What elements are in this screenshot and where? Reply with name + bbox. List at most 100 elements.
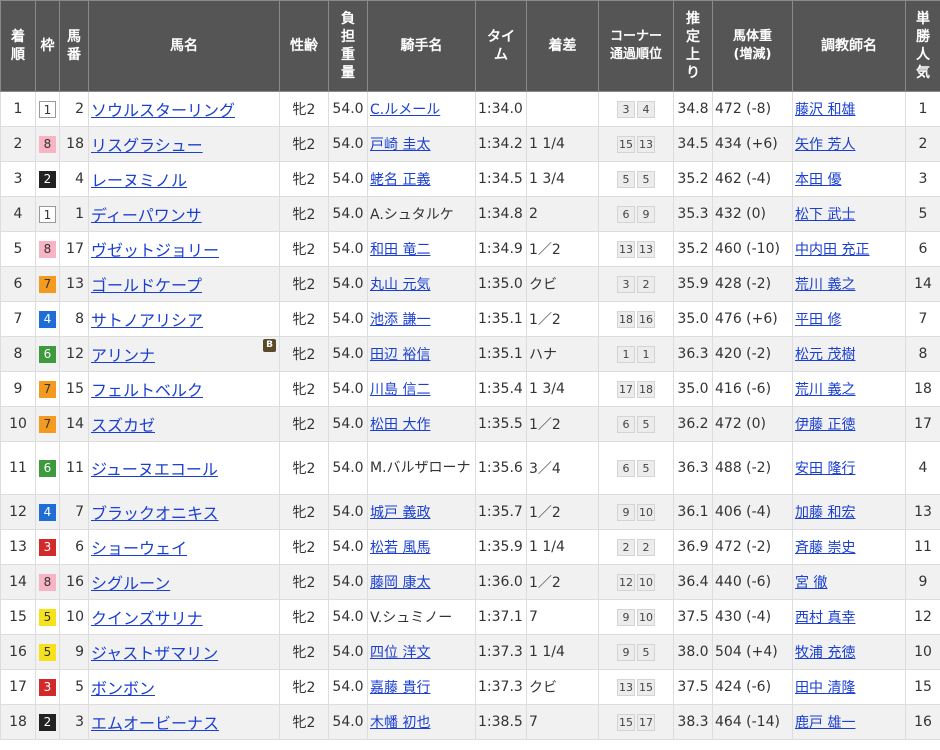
jockey-link[interactable]: 戸崎 圭太 <box>370 137 430 153</box>
horse-cell: シグルーン <box>88 564 280 600</box>
horse-link[interactable]: サトノアリシア <box>91 311 203 330</box>
jockey-cell: 川島 信二 <box>367 371 476 407</box>
horse-link[interactable]: クインズサリナ <box>91 609 203 628</box>
trainer-link[interactable]: 本田 優 <box>795 172 841 188</box>
jockey-link[interactable]: 田辺 裕信 <box>370 347 430 363</box>
corner-position: 13 <box>617 678 635 696</box>
horse-link[interactable]: リスグラシュー <box>91 136 203 155</box>
jockey-link[interactable]: 和田 竜二 <box>370 242 430 258</box>
pop-cell: 10 <box>905 634 940 670</box>
waku-cell: 2 <box>35 704 60 740</box>
corner-cell: 17 18 <box>598 371 674 407</box>
trainer-link[interactable]: 藤沢 和雄 <box>795 102 855 118</box>
trainer-link[interactable]: 平田 修 <box>795 312 841 328</box>
horse-link[interactable]: アリンナ <box>91 346 155 365</box>
horse-link[interactable]: エムオービーナス <box>91 714 219 733</box>
horse-cell: フェルトベルク <box>88 371 280 407</box>
horse-link[interactable]: ジューヌエコール <box>91 460 218 479</box>
horse-link[interactable]: シグルーン <box>91 574 170 593</box>
corner-cell: 65 <box>598 406 674 442</box>
corner-cell: 13 13 <box>598 231 674 267</box>
trainer-link[interactable]: 西村 真幸 <box>795 610 855 626</box>
trainer-link[interactable]: 矢作 芳人 <box>795 137 855 153</box>
jockey-link[interactable]: 四位 洋文 <box>370 645 430 661</box>
corner-positions: 9 10 <box>616 503 656 521</box>
weight-cell: 54.0 <box>328 126 368 162</box>
horse-link[interactable]: ゴールドケープ <box>91 276 202 295</box>
trainer-link[interactable]: 田中 清隆 <box>795 680 855 696</box>
corner-cell: 9 10 <box>598 599 674 635</box>
trainer-cell: 田中 清隆 <box>792 669 906 705</box>
trainer-link[interactable]: 斉藤 崇史 <box>795 540 855 556</box>
horse-link[interactable]: フェルトベルク <box>91 381 203 400</box>
jockey-link[interactable]: 松田 大作 <box>370 417 430 433</box>
jockey-link[interactable]: 池添 謙一 <box>370 312 430 328</box>
corner-cell: 34 <box>598 91 674 127</box>
time-cell: 1:35.5 <box>475 406 527 442</box>
jockey-link[interactable]: 木幡 初也 <box>370 715 430 731</box>
pop-cell: 15 <box>905 669 940 705</box>
sexage-cell: 牝2 <box>279 336 329 372</box>
jockey-link[interactable]: 丸山 元気 <box>370 277 430 293</box>
pop-cell: 18 <box>905 371 940 407</box>
corner-position: 13 <box>637 240 655 258</box>
horse-link[interactable]: スズカゼ <box>91 416 155 435</box>
col-sexage: 性齢 <box>279 0 329 92</box>
horse-cell: サトノアリシア <box>88 301 280 337</box>
rank-cell: 5 <box>0 231 36 267</box>
corner-position: 10 <box>637 608 655 626</box>
jockey-link[interactable]: 嘉藤 貴行 <box>370 680 430 696</box>
pop-cell: 11 <box>905 529 940 565</box>
margin-cell: クビ <box>526 266 599 302</box>
sexage-cell: 牝2 <box>279 266 329 302</box>
horse-link[interactable]: ソウルスターリング <box>91 101 235 120</box>
horse-cell: ソウルスターリング <box>88 91 280 127</box>
trainer-link[interactable]: 安田 隆行 <box>795 461 855 477</box>
horse-link[interactable]: ジャストザマリン <box>91 644 218 663</box>
horse-link[interactable]: ブラックオニキス <box>91 504 219 523</box>
trainer-link[interactable]: 松元 茂樹 <box>795 347 855 363</box>
jockey-cell: 蛯名 正義 <box>367 161 476 197</box>
waku-cell: 6 <box>35 336 60 372</box>
corner-position: 3 <box>617 100 635 118</box>
corner-positions: 65 <box>616 459 656 477</box>
trainer-link[interactable]: 中内田 充正 <box>795 242 869 258</box>
trainer-link[interactable]: 荒川 義之 <box>795 382 855 398</box>
col-trainer: 調教師名 <box>792 0 906 92</box>
last3f-cell: 35.3 <box>673 196 713 232</box>
waku-cell: 8 <box>35 126 60 162</box>
rank-cell: 15 <box>0 599 36 635</box>
corner-position: 1 <box>637 345 655 363</box>
corner-position: 2 <box>637 538 655 556</box>
trainer-link[interactable]: 鹿戸 雄一 <box>795 715 855 731</box>
waku-badge: 1 <box>39 100 56 118</box>
table-row: 7 4 8 サトノアリシア 牝2 54.0 池添 謙一 1:35.1 1／2 18 16 35.0 47… <box>0 301 940 337</box>
trainer-link[interactable]: 加藤 和宏 <box>795 505 855 521</box>
horse-link[interactable]: レーヌミノル <box>91 171 187 190</box>
table-row: 8 6 12 アリンナ B 牝2 54.0 田辺 裕信 1:35.1 ハナ 1 1 36.3 420 (-… <box>0 336 940 372</box>
time-cell: 1:34.9 <box>475 231 527 267</box>
trainer-link[interactable]: 荒川 義之 <box>795 277 855 293</box>
trainer-link[interactable]: 松下 武士 <box>795 207 855 223</box>
corner-position: 17 <box>637 713 655 731</box>
jockey-link[interactable]: 松若 風馬 <box>370 540 430 556</box>
trainer-link[interactable]: 伊藤 正徳 <box>795 417 855 433</box>
jockey-link[interactable]: 蛯名 正義 <box>370 172 430 188</box>
horse-link[interactable]: ボンボン <box>91 679 155 698</box>
horse-link[interactable]: ヴゼットジョリー <box>91 241 219 260</box>
corner-position: 12 <box>617 573 635 591</box>
jockey-link[interactable]: 城戸 義政 <box>370 505 430 521</box>
jockey-link[interactable]: 川島 信二 <box>370 382 430 398</box>
horse-link[interactable]: ショーウェイ <box>91 539 187 558</box>
jockey-link[interactable]: 藤岡 康太 <box>370 575 430 591</box>
pop-cell: 4 <box>905 441 940 495</box>
col-weight: 負 担 重 量 <box>328 0 368 92</box>
sexage-cell: 牝2 <box>279 91 329 127</box>
corner-cell: 18 16 <box>598 301 674 337</box>
waku-badge: 8 <box>39 135 56 153</box>
corner-position: 9 <box>617 608 635 626</box>
trainer-link[interactable]: 宮 徹 <box>795 575 827 591</box>
jockey-link[interactable]: C.ルメール <box>370 102 440 118</box>
horse-link[interactable]: ディーパワンサ <box>91 206 202 225</box>
trainer-link[interactable]: 牧浦 充徳 <box>795 645 855 661</box>
